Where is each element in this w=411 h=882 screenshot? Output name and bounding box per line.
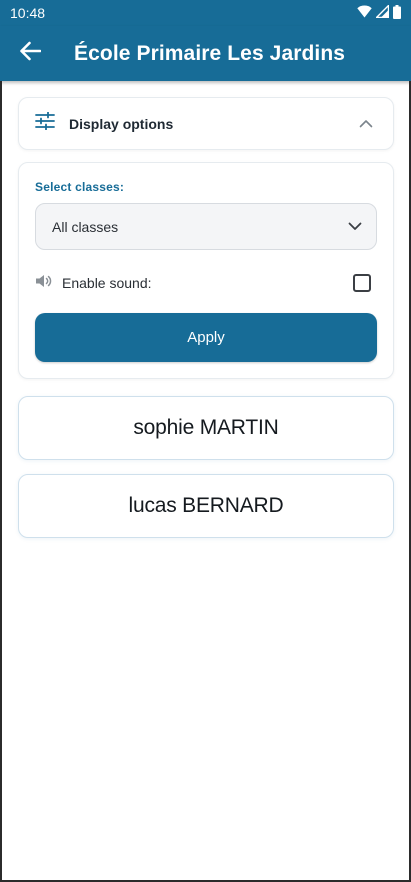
select-classes-label: Select classes: bbox=[35, 180, 125, 194]
student-name: sophie MARTIN bbox=[133, 416, 279, 439]
student-card[interactable]: lucas BERNARD bbox=[18, 474, 394, 538]
sound-checkbox[interactable] bbox=[353, 274, 371, 292]
arrow-left-icon bbox=[19, 41, 42, 66]
wifi-icon bbox=[357, 5, 372, 21]
back-button[interactable] bbox=[2, 26, 58, 81]
display-options-label: Display options bbox=[69, 115, 174, 132]
student-card[interactable]: sophie MARTIN bbox=[18, 396, 394, 460]
status-icons bbox=[357, 3, 401, 22]
apply-button[interactable]: Apply bbox=[35, 313, 377, 362]
student-name: lucas BERNARD bbox=[128, 494, 284, 517]
battery-icon bbox=[393, 4, 401, 22]
sound-row: Enable sound: bbox=[35, 271, 377, 295]
page-title: École Primaire Les Jardins bbox=[74, 41, 346, 65]
class-select[interactable]: All classes bbox=[35, 203, 377, 250]
sound-label: Enable sound: bbox=[62, 275, 152, 291]
chevron-up-icon bbox=[359, 115, 373, 133]
display-options-toggle[interactable]: Display options bbox=[18, 97, 394, 150]
signal-icon bbox=[374, 3, 390, 21]
class-select-value: All classes bbox=[52, 218, 119, 235]
display-options-panel: Select classes: All classes Enable sound… bbox=[18, 162, 394, 379]
speaker-icon bbox=[35, 274, 52, 293]
status-bar: 10:48 bbox=[0, 0, 411, 26]
sliders-icon bbox=[35, 111, 55, 135]
chevron-down-icon bbox=[348, 218, 362, 236]
app-bar: École Primaire Les Jardins bbox=[0, 26, 411, 81]
status-time: 10:48 bbox=[10, 5, 46, 21]
